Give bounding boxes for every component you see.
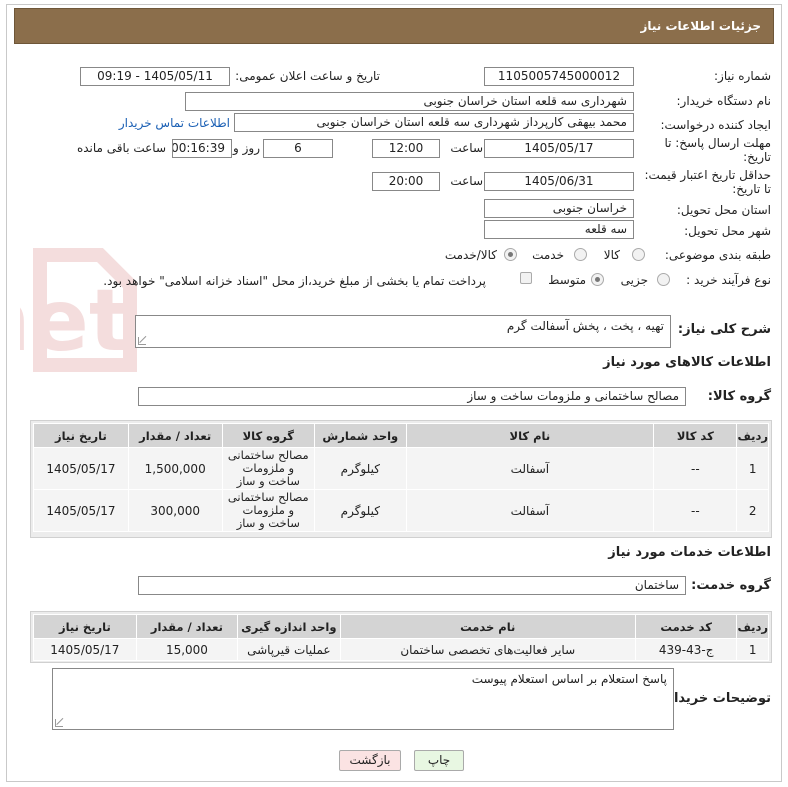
col-measure-unit: واحد اندازه گیری — [237, 614, 341, 639]
col-index: ردیف — [736, 614, 769, 639]
description-text: تهیه ، پخت ، پخش آسفالت گرم — [506, 319, 664, 333]
category-goods-radio[interactable] — [632, 248, 645, 261]
col-index: ردیف — [736, 423, 769, 448]
city-field: سه قلعه — [484, 220, 634, 239]
need-number-field: 1105005745000012 — [484, 67, 634, 86]
creator-label: ایجاد کننده درخواست: — [660, 118, 771, 132]
category-goods-service-radio[interactable] — [504, 248, 517, 261]
row-unit: کیلوگرم — [314, 489, 407, 532]
table-row: 1 -- آسفالت کیلوگرم مصالح ساختمانی و ملز… — [33, 447, 769, 490]
row-group: مصالح ساختمانی و ملزومات ساخت و ساز — [221, 447, 316, 490]
city-label: شهر محل تحویل: — [684, 224, 771, 238]
deadline-label-date: تاریخ: — [743, 150, 771, 164]
goods-section-title: اطلاعات کالاهای مورد نیاز — [603, 355, 771, 370]
deadline-label: مهلت ارسال پاسخ: تا — [664, 136, 771, 150]
row-index: 1 — [736, 638, 769, 661]
goods-group-label: گروه کالا: — [707, 389, 771, 404]
process-minor-label: جزیی — [620, 273, 648, 287]
price-validity-label: حداقل تاریخ اعتبار قیمت: — [644, 168, 771, 182]
row-date: 1405/05/17 — [33, 447, 129, 490]
row-unit: عملیات قیرپاشی — [237, 638, 341, 661]
description-textarea[interactable]: تهیه ، پخت ، پخش آسفالت گرم — [135, 315, 671, 348]
col-service-code: کد خدمت — [634, 614, 738, 639]
row-qty: 300,000 — [127, 489, 223, 532]
row-index: 1 — [736, 447, 769, 490]
services-table: ردیف کد خدمت نام خدمت واحد اندازه گیری ت… — [33, 614, 769, 661]
need-number-label: شماره نیاز: — [714, 69, 771, 83]
row-date: 1405/05/17 — [33, 489, 129, 532]
page-header: جزئیات اطلاعات نیاز — [14, 8, 774, 44]
price-time-field: 20:00 — [372, 172, 440, 191]
category-label: طبقه بندی موضوعی: — [664, 248, 771, 262]
buyer-notes-label: توضیحات خریدار: — [661, 691, 771, 706]
col-quantity: تعداد / مقدار — [135, 614, 239, 639]
col-unit: واحد شمارش — [314, 423, 407, 448]
resize-grip-icon[interactable] — [138, 337, 146, 345]
row-unit: کیلوگرم — [314, 447, 407, 490]
service-group-label: گروه خدمت: — [691, 578, 771, 593]
col-need-date: تاریخ نیاز — [33, 423, 129, 448]
remaining-label: ساعت باقی مانده — [76, 141, 166, 155]
deadline-date-field: 1405/05/17 — [484, 139, 634, 158]
buyer-org-label: نام دستگاه خریدار: — [676, 94, 772, 108]
process-medium-radio[interactable] — [591, 273, 604, 286]
province-field: خراسان جنوبی — [484, 199, 634, 218]
category-goods-service-label: کالا/خدمت — [444, 248, 497, 262]
col-goods-code: کد کالا — [653, 423, 738, 448]
description-label: شرح کلی نیاز: — [677, 322, 771, 337]
row-code: -- — [653, 447, 738, 490]
resize-grip-icon[interactable] — [55, 719, 63, 727]
price-validity-label-date: تا تاریخ: — [732, 182, 771, 196]
services-section-title: اطلاعات خدمات مورد نیاز — [608, 545, 771, 560]
days-label: روز و — [233, 141, 260, 155]
goods-table: ردیف کد کالا نام کالا واحد شمارش گروه کا… — [33, 423, 769, 532]
col-need-date: تاریخ نیاز — [33, 614, 137, 639]
row-index: 2 — [736, 489, 769, 532]
process-type-label: نوع فرآیند خرید : — [686, 273, 771, 287]
page-title: جزئیات اطلاعات نیاز — [640, 19, 761, 33]
row-date: 1405/05/17 — [33, 638, 137, 661]
treasury-payment-note: پرداخت تمام یا بخشی از مبلغ خرید،از محل … — [103, 274, 486, 288]
price-time-label: ساعت — [450, 174, 483, 188]
row-group: مصالح ساختمانی و ملزومات ساخت و ساز — [221, 489, 316, 532]
table-row: 1 ج-43-439 سایر فعالیت‌های تخصصی ساختمان… — [33, 638, 769, 661]
deadline-time-label: ساعت — [450, 141, 483, 155]
category-service-radio[interactable] — [574, 248, 587, 261]
back-button[interactable]: بازگشت — [339, 750, 401, 771]
announce-label: تاریخ و ساعت اعلان عمومی: — [235, 69, 380, 83]
province-label: استان محل تحویل: — [676, 203, 771, 217]
row-name: آسفالت — [405, 489, 655, 532]
row-qty: 1,500,000 — [127, 447, 223, 490]
price-date-field: 1405/06/31 — [484, 172, 634, 191]
deadline-time-field: 12:00 — [372, 139, 440, 158]
creator-field: محمد بیهقی کارپرداز شهرداری سه قلعه استا… — [234, 113, 634, 132]
col-quantity: تعداد / مقدار — [127, 423, 223, 448]
row-code: -- — [653, 489, 738, 532]
treasury-payment-checkbox[interactable] — [520, 272, 532, 284]
process-minor-radio[interactable] — [657, 273, 670, 286]
service-group-field: ساختمان — [138, 576, 686, 595]
category-service-label: خدمت — [532, 248, 564, 262]
buyer-contact-link[interactable]: اطلاعات تماس خریدار — [119, 116, 230, 130]
days-field: 6 — [263, 139, 333, 158]
row-code: ج-43-439 — [634, 638, 738, 661]
col-goods-name: نام کالا — [405, 423, 655, 448]
buyer-notes-text: پاسخ استعلام بر اساس استعلام پیوست — [471, 672, 667, 686]
goods-group-field: مصالح ساختمانی و ملزومات ساخت و ساز — [138, 387, 686, 406]
buyer-notes-textarea[interactable]: پاسخ استعلام بر اساس استعلام پیوست — [52, 668, 674, 730]
print-button[interactable]: چاپ — [414, 750, 464, 771]
row-name: آسفالت — [405, 447, 655, 490]
process-medium-label: متوسط — [548, 273, 586, 287]
remaining-time-field: 00:16:39 — [172, 139, 232, 158]
category-goods-label: کالا — [603, 248, 620, 262]
announce-field: 1405/05/11 - 09:19 — [80, 67, 230, 86]
buyer-org-field: شهرداری سه قلعه استان خراسان جنوبی — [185, 92, 634, 111]
row-name: سایر فعالیت‌های تخصصی ساختمان — [339, 638, 636, 661]
col-goods-group: گروه کالا — [221, 423, 316, 448]
col-service-name: نام خدمت — [339, 614, 636, 639]
table-row: 2 -- آسفالت کیلوگرم مصالح ساختمانی و ملز… — [33, 489, 769, 532]
row-qty: 15,000 — [135, 638, 239, 661]
